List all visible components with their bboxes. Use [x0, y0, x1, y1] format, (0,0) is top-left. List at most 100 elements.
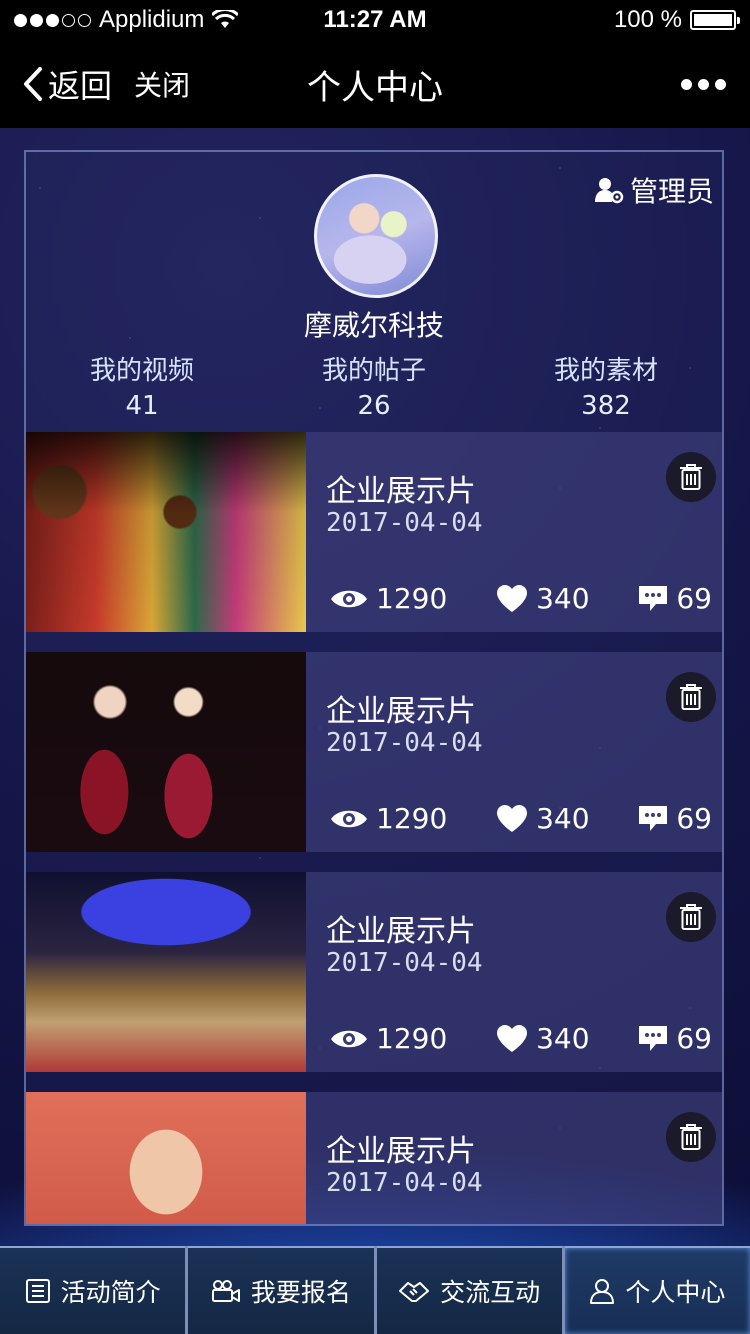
- back-label: 返回: [48, 67, 113, 105]
- back-button[interactable]: 返回: [22, 61, 112, 107]
- comments-metric[interactable]: 69: [638, 582, 712, 615]
- tab-label: 活动简介: [60, 1278, 161, 1307]
- video-card[interactable]: 企业展示片 2017-04-04: [26, 1092, 722, 1224]
- profile-panel: 管理员 摩威尔科技 我的视频 41 我的帖子 26 我的素材 382 企业展示片…: [24, 150, 724, 1226]
- stats-row: 我的视频 41 我的帖子 26 我的素材 382: [26, 350, 722, 421]
- comment-icon: [639, 585, 668, 611]
- video-title: 企业展示片: [326, 694, 476, 729]
- navigation-bar: 返回 关闭 个人中心: [0, 40, 750, 128]
- wifi-icon: [212, 10, 239, 28]
- carrier-name: Applidium: [99, 6, 205, 33]
- stat-materials[interactable]: 我的素材 382: [490, 350, 722, 421]
- tab-label: 交流互动: [440, 1278, 541, 1307]
- heart-icon: [497, 584, 528, 612]
- tab-activity-intro[interactable]: 活动简介: [0, 1246, 186, 1334]
- more-dot-icon: [698, 78, 709, 90]
- likes-metric[interactable]: 340: [496, 582, 590, 615]
- user-name: 摩威尔科技: [303, 309, 444, 342]
- video-thumbnail[interactable]: [26, 652, 306, 852]
- stat-label: 我的素材: [553, 356, 658, 386]
- handshake-icon: [399, 1282, 430, 1302]
- delete-button[interactable]: [666, 672, 716, 722]
- video-info: 企业展示片 2017-04-04 1290 340 69: [306, 432, 722, 632]
- video-info: 企业展示片 2017-04-04 1290 340 69: [306, 872, 722, 1072]
- views-metric: 1290: [330, 582, 447, 615]
- video-date: 2017-04-04: [326, 508, 483, 538]
- views-count: 1290: [376, 582, 448, 615]
- comments-count: 69: [676, 802, 712, 835]
- stat-posts[interactable]: 我的帖子 26: [258, 350, 490, 421]
- views-count: 1290: [376, 802, 448, 835]
- video-date: 2017-04-04: [326, 1168, 483, 1198]
- close-button[interactable]: 关闭: [134, 64, 190, 104]
- video-metrics: 1290 340 69: [330, 1022, 712, 1055]
- stat-value: 41: [125, 391, 159, 421]
- tab-label: 我要报名: [250, 1278, 351, 1307]
- page-title: 个人中心: [307, 67, 443, 108]
- views-count: 1290: [376, 1022, 448, 1055]
- avatar[interactable]: [314, 174, 438, 298]
- heart-icon: [497, 804, 528, 832]
- video-card[interactable]: 企业展示片 2017-04-04 1290 340 69: [26, 432, 722, 632]
- video-thumbnail[interactable]: [26, 1092, 306, 1224]
- eye-icon: [331, 810, 367, 827]
- comment-icon: [639, 805, 668, 831]
- trash-icon: [680, 1124, 702, 1150]
- stat-videos[interactable]: 我的视频 41: [26, 350, 258, 421]
- views-metric: 1290: [330, 1022, 447, 1055]
- user-icon: [590, 1279, 615, 1304]
- comments-count: 69: [676, 1022, 712, 1055]
- comment-icon: [639, 1025, 668, 1051]
- video-list: 企业展示片 2017-04-04 1290 340 69 企业展示片 2017-…: [26, 432, 722, 1224]
- comments-metric[interactable]: 69: [638, 802, 712, 835]
- video-metrics: 1290 340 69: [330, 802, 712, 835]
- video-thumbnail[interactable]: [26, 432, 306, 632]
- video-date: 2017-04-04: [326, 728, 483, 758]
- status-left: Applidium: [14, 6, 239, 34]
- comments-metric[interactable]: 69: [638, 1022, 712, 1055]
- chevron-left-icon: [24, 67, 42, 101]
- battery-percent: 100 %: [613, 6, 682, 33]
- battery-icon: [690, 10, 740, 30]
- trash-icon: [680, 684, 702, 710]
- video-title: 企业展示片: [326, 474, 476, 509]
- user-gear-icon: [594, 178, 624, 204]
- bottom-tab-bar: 活动简介 我要报名 交流互动 个人中心: [0, 1246, 750, 1334]
- stat-label: 我的视频: [89, 356, 194, 386]
- video-title: 企业展示片: [326, 1134, 476, 1169]
- likes-metric[interactable]: 340: [496, 1022, 590, 1055]
- signal-strength-icon: [14, 13, 91, 27]
- eye-icon: [331, 1030, 367, 1047]
- video-title: 企业展示片: [326, 914, 476, 949]
- delete-button[interactable]: [666, 892, 716, 942]
- stat-value: 26: [357, 391, 391, 421]
- comments-count: 69: [676, 582, 712, 615]
- delete-button[interactable]: [666, 452, 716, 502]
- stat-value: 382: [581, 391, 631, 421]
- likes-count: 340: [536, 1022, 590, 1055]
- status-right: 100 %: [613, 6, 740, 34]
- likes-count: 340: [536, 802, 590, 835]
- video-card[interactable]: 企业展示片 2017-04-04 1290 340 69: [26, 872, 722, 1072]
- tab-label: 个人中心: [625, 1278, 726, 1307]
- video-camera-icon: [211, 1280, 240, 1302]
- clock: 11:27 AM: [323, 6, 427, 33]
- tab-register[interactable]: 我要报名: [188, 1246, 374, 1334]
- more-options-button[interactable]: [681, 78, 726, 90]
- eye-icon: [331, 590, 367, 607]
- delete-button[interactable]: [666, 1112, 716, 1162]
- video-info: 企业展示片 2017-04-04 1290 340 69: [306, 652, 722, 852]
- admin-label: 管理员: [629, 175, 714, 208]
- likes-metric[interactable]: 340: [496, 802, 590, 835]
- tab-personal-center[interactable]: 个人中心: [564, 1246, 750, 1334]
- video-thumbnail[interactable]: [26, 872, 306, 1072]
- more-dot-icon: [715, 78, 726, 90]
- views-metric: 1290: [330, 802, 447, 835]
- more-dot-icon: [681, 78, 692, 90]
- admin-badge[interactable]: 管理员: [594, 170, 714, 210]
- status-bar: Applidium 11:27 AM 100 %: [0, 0, 750, 40]
- video-date: 2017-04-04: [326, 948, 483, 978]
- trash-icon: [680, 904, 702, 930]
- tab-interaction[interactable]: 交流互动: [376, 1246, 562, 1334]
- video-card[interactable]: 企业展示片 2017-04-04 1290 340 69: [26, 652, 722, 852]
